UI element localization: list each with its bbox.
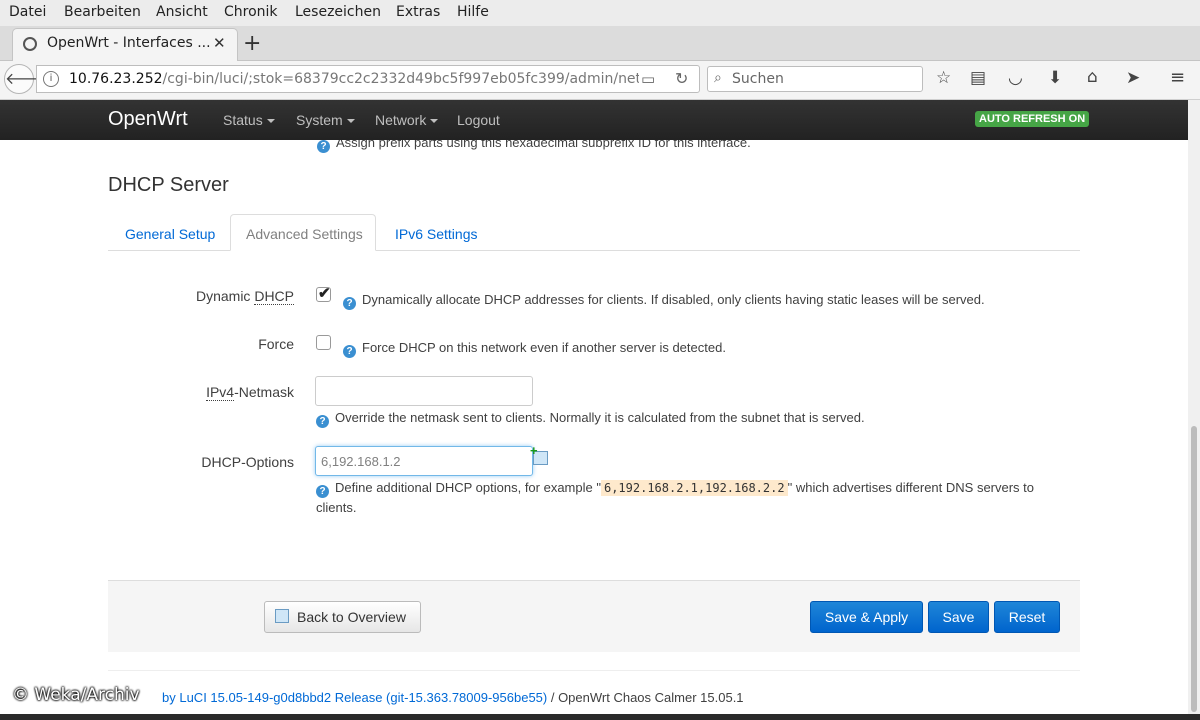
luci-link[interactable]: by LuCI 15.05-149-g0d8bbd2 Release (git-… [162, 690, 547, 705]
dhcp-options-hint: ? Define additional DHCP options, for exa… [316, 480, 1034, 498]
section-title: DHCP Server [108, 174, 229, 196]
dynamic-dhcp-label-abbr: DHCP [254, 288, 294, 305]
help-icon: ? [343, 297, 356, 310]
netmask-input[interactable] [315, 376, 533, 406]
page-scrollbar[interactable] [1188, 100, 1200, 714]
caret-down-icon [346, 119, 355, 124]
nav-logout[interactable]: Logout [457, 112, 500, 128]
dhcp-options-hint-after: " which advertises different DNS servers… [787, 480, 1035, 495]
force-hint-text: Force DHCP on this network even if anoth… [362, 340, 726, 355]
menu-chronik[interactable]: Chronik [224, 4, 278, 20]
home-icon[interactable]: ⌂ [1087, 67, 1098, 87]
caret-down-icon [430, 119, 439, 124]
auto-refresh-badge[interactable]: AUTO REFRESH ON [975, 111, 1090, 127]
search-field[interactable]: ⌕ [707, 66, 923, 92]
nav-status[interactable]: Status [223, 112, 275, 128]
dhcp-options-hint-before: Define additional DHCP options, for exam… [335, 480, 601, 495]
help-icon: ? [343, 345, 356, 358]
save-apply-button[interactable]: Save & Apply [810, 601, 923, 633]
send-icon[interactable]: ➤ [1126, 68, 1140, 88]
menu-ansicht[interactable]: Ansicht [156, 4, 208, 20]
bottom-edge [0, 714, 1200, 720]
scrollbar-thumb[interactable] [1191, 426, 1197, 712]
browser-tab-active[interactable]: OpenWrt - Interfaces ... ✕ [12, 28, 238, 61]
back-to-overview-label: Back to Overview [297, 609, 406, 625]
dynamic-dhcp-hint-text: Dynamically allocate DHCP addresses for … [362, 292, 985, 307]
dhcp-options-label: DHCP-Options [201, 454, 294, 470]
dhcp-options-hint-line2: clients. [316, 500, 357, 515]
url-path: /cgi-bin/luci/;stok=68379cc2c2332d49bc5f… [162, 71, 639, 87]
dhcp-options-input[interactable] [315, 446, 533, 476]
info-icon[interactable]: i [43, 71, 59, 87]
page-footer: by LuCI 15.05-149-g0d8bbd2 Release (git-… [162, 690, 744, 705]
reset-button[interactable]: Reset [994, 601, 1060, 633]
nav-system-label: System [296, 112, 343, 128]
help-icon: ? [316, 485, 329, 498]
search-icon: ⌕ [714, 70, 722, 86]
browser-menubar: Datei Bearbeiten Ansicht Chronik Lesezei… [0, 0, 1200, 26]
dynamic-dhcp-checkbox[interactable]: ✔ [316, 285, 331, 302]
download-icon[interactable]: ⬇ [1048, 68, 1062, 88]
url-host: 10.76.23.252 [69, 71, 163, 87]
hamburger-menu-icon[interactable]: ≡ [1170, 67, 1185, 88]
favicon-icon [23, 37, 37, 51]
form-actions: Back to Overview Save & Apply Save Reset [108, 580, 1080, 652]
footer-divider [108, 670, 1080, 671]
url-bar[interactable]: i 10.76.23.252/cgi-bin/luci/;stok=68379c… [36, 65, 700, 93]
watermark: © Weka/Archiv [12, 685, 140, 705]
force-label: Force [258, 336, 294, 352]
checkmark-icon: ✔ [318, 285, 331, 302]
search-input[interactable] [732, 69, 912, 89]
bookmark-star-icon[interactable]: ☆ [936, 68, 951, 88]
netmask-label-abbr: IPv4 [206, 384, 235, 401]
tab-ipv6-settings[interactable]: IPv6 Settings [395, 226, 478, 242]
menu-hilfe[interactable]: Hilfe [457, 4, 489, 20]
url-text: 10.76.23.252/cgi-bin/luci/;stok=68379cc2… [69, 71, 639, 87]
menu-datei[interactable]: Datei [9, 4, 46, 20]
force-checkbox[interactable] [316, 335, 331, 350]
tab-title: OpenWrt - Interfaces ... [47, 35, 211, 51]
back-to-overview-button[interactable]: Back to Overview [264, 601, 421, 633]
add-entry-icon[interactable] [530, 443, 548, 465]
back-arrow-icon[interactable]: 🡐 [4, 64, 48, 94]
force-hint: ? Force DHCP on this network even if anot… [343, 340, 726, 358]
nav-system[interactable]: System [296, 112, 355, 128]
openwrt-brand[interactable]: OpenWrt [108, 108, 188, 131]
openwrt-header: OpenWrt Status System Network Logout AUT… [0, 100, 1200, 140]
dynamic-dhcp-hint: ? Dynamically allocate DHCP addresses for… [343, 292, 985, 310]
save-button[interactable]: Save [928, 601, 989, 633]
new-tab-button[interactable]: + [243, 31, 261, 56]
nav-network[interactable]: Network [375, 112, 439, 128]
dhcp-options-example-code: 6,192.168.2.1,192.168.2.2 [600, 480, 788, 496]
menu-bearbeiten[interactable]: Bearbeiten [64, 4, 141, 20]
help-icon: ? [317, 140, 330, 153]
nav-network-label: Network [375, 112, 427, 128]
reader-view-icon[interactable]: ▭ [641, 70, 655, 88]
tab-advanced-settings[interactable]: Advanced Settings [246, 226, 363, 242]
nav-status-label: Status [223, 112, 263, 128]
dynamic-dhcp-label-prefix: Dynamic [195, 288, 255, 304]
netmask-hint: ? Override the netmask sent to clients. N… [316, 410, 865, 428]
caret-down-icon [266, 119, 275, 124]
tab-general-setup[interactable]: General Setup [125, 226, 215, 242]
reload-icon[interactable]: ↻ [675, 69, 688, 88]
dynamic-dhcp-label: Dynamic DHCP [108, 288, 294, 305]
menu-extras[interactable]: Extras [396, 4, 440, 20]
browser-navbar: 🡐 i 10.76.23.252/cgi-bin/luci/;stok=6837… [0, 61, 1200, 100]
netmask-label: IPv4-Netmask [108, 384, 294, 401]
menu-lesezeichen[interactable]: Lesezeichen [295, 4, 381, 20]
help-icon: ? [316, 415, 329, 428]
back-arrow-icon [275, 609, 289, 623]
footer-version: / OpenWrt Chaos Calmer 15.05.1 [547, 690, 744, 705]
netmask-label-suffix: -Netmask [234, 384, 294, 400]
netmask-hint-text: Override the netmask sent to clients. No… [335, 410, 865, 425]
bookmarks-list-icon[interactable]: ▤ [970, 68, 986, 88]
close-icon[interactable]: ✕ [213, 34, 226, 52]
pocket-icon[interactable]: ◡ [1008, 68, 1023, 88]
